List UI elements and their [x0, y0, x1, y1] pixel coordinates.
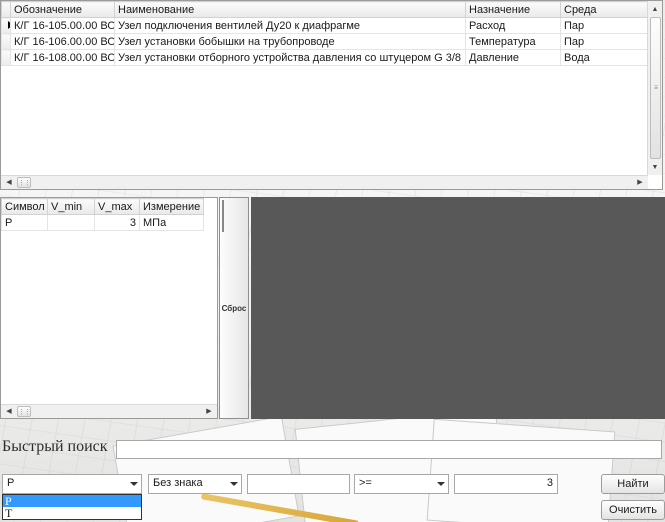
column-header-name[interactable]: Наименование — [114, 1, 466, 18]
row-indicator — [1, 33, 11, 50]
documents-header-row: Обозначение Наименование Назначение Сред… — [1, 1, 651, 18]
clear-button[interactable]: Очистить — [601, 500, 665, 520]
cell-purpose[interactable]: Температура — [465, 33, 561, 50]
operator-select[interactable]: >= — [354, 474, 449, 494]
table-row[interactable]: P 3 МПа — [1, 214, 204, 231]
reset-button-label: Сброс — [221, 303, 247, 313]
row-indicator — [1, 49, 11, 66]
symbol-select[interactable]: P — [2, 474, 142, 494]
column-header-vmin[interactable]: V_min — [47, 198, 95, 215]
dropdown-option[interactable]: T — [3, 507, 141, 519]
cell-purpose[interactable]: Давление — [465, 49, 561, 66]
cell-medium[interactable]: Пар — [560, 17, 651, 34]
cell-code[interactable]: К/Г 16-106.00.00 ВО — [10, 33, 115, 50]
filter-parameters-grid[interactable]: Символ V_min V_max Измерение P 3 МПа ◀ ⋮… — [0, 197, 218, 419]
filter-parameters-table: Символ V_min V_max Измерение P 3 МПа — [1, 198, 204, 231]
column-header-vmax[interactable]: V_max — [94, 198, 140, 215]
cell-name[interactable]: Узел установки отборного устройства давл… — [114, 49, 466, 66]
vertical-scroll-thumb[interactable]: ≡ — [650, 17, 661, 159]
cell-symbol[interactable]: P — [1, 214, 48, 231]
cell-code[interactable]: К/Г 16-105.00.00 ВО — [10, 17, 115, 34]
horizontal-scroll-thumb[interactable]: ⋮⋮ — [17, 406, 31, 417]
reset-button[interactable]: Сброс — [219, 197, 249, 419]
cell-vmax[interactable]: 3 — [94, 214, 140, 231]
table-row[interactable]: К/Г 16-105.00.00 ВО Узел подключения вен… — [1, 17, 651, 34]
documents-vertical-scrollbar[interactable]: ▲ ≡ ▼ — [647, 1, 662, 175]
cell-medium[interactable]: Пар — [560, 33, 651, 50]
quick-search-label: Быстрый поиск — [2, 438, 108, 455]
current-row-arrow-icon — [1, 17, 11, 34]
chevron-down-icon[interactable] — [130, 482, 138, 486]
find-button-label: Найти — [617, 478, 649, 490]
column-header-symbol[interactable]: Символ — [1, 198, 48, 215]
number-value-field[interactable]: 3 — [454, 474, 558, 494]
scroll-down-icon[interactable]: ▼ — [649, 161, 661, 173]
cell-medium[interactable]: Вода — [560, 49, 651, 66]
scroll-right-icon[interactable]: ▶ — [634, 176, 646, 188]
scroll-up-icon[interactable]: ▲ — [649, 3, 661, 15]
drawing-preview-panel — [251, 197, 665, 419]
cell-name[interactable]: Узел установки бобышки на трубопроводе — [114, 33, 466, 50]
table-row[interactable]: К/Г 16-108.00.00 ВО Узел установки отбор… — [1, 49, 651, 66]
scroll-left-icon[interactable]: ◀ — [3, 176, 15, 188]
value-text-field[interactable] — [247, 474, 350, 494]
dropdown-option[interactable]: P — [3, 495, 141, 507]
cell-code[interactable]: К/Г 16-108.00.00 ВО — [10, 49, 115, 66]
symbol-select-value: P — [7, 477, 15, 489]
quick-search-input[interactable] — [116, 440, 662, 459]
number-value: 3 — [546, 477, 553, 489]
sign-select-value: Без знака — [153, 477, 203, 489]
column-header-purpose[interactable]: Назначение — [465, 1, 561, 18]
scroll-left-icon[interactable]: ◀ — [3, 405, 15, 417]
column-header-unit[interactable]: Измерение — [139, 198, 204, 215]
horizontal-scroll-thumb[interactable]: ⋮⋮ — [17, 177, 31, 188]
sign-select[interactable]: Без знака — [148, 474, 242, 494]
cell-unit[interactable]: МПа — [139, 214, 204, 231]
filter-horizontal-scrollbar[interactable]: ◀ ⋮⋮ ▶ — [1, 404, 217, 418]
chevron-down-icon[interactable] — [230, 482, 238, 486]
cell-purpose[interactable]: Расход — [465, 17, 561, 34]
filter-header-row: Символ V_min V_max Измерение — [1, 198, 204, 215]
operator-select-value: >= — [359, 477, 372, 489]
documents-table: Обозначение Наименование Назначение Сред… — [1, 1, 651, 66]
symbol-dropdown-list[interactable]: P T — [2, 494, 142, 520]
column-header-medium[interactable]: Среда — [560, 1, 651, 18]
chevron-down-icon[interactable] — [437, 482, 445, 486]
find-button[interactable]: Найти — [601, 474, 665, 494]
row-indicator-header — [1, 1, 11, 18]
clear-button-label: Очистить — [609, 504, 657, 516]
reset-splitter-handle[interactable] — [222, 200, 224, 232]
column-header-code[interactable]: Обозначение — [10, 1, 115, 18]
cell-name[interactable]: Узел подключения вентилей Ду20 к диафраг… — [114, 17, 466, 34]
cell-vmin[interactable] — [47, 214, 95, 231]
documents-horizontal-scrollbar[interactable]: ◀ ⋮⋮ ▶ — [1, 175, 648, 189]
scroll-right-icon[interactable]: ▶ — [203, 405, 215, 417]
table-row[interactable]: К/Г 16-106.00.00 ВО Узел установки бобыш… — [1, 33, 651, 50]
documents-grid[interactable]: Обозначение Наименование Назначение Сред… — [0, 0, 663, 190]
